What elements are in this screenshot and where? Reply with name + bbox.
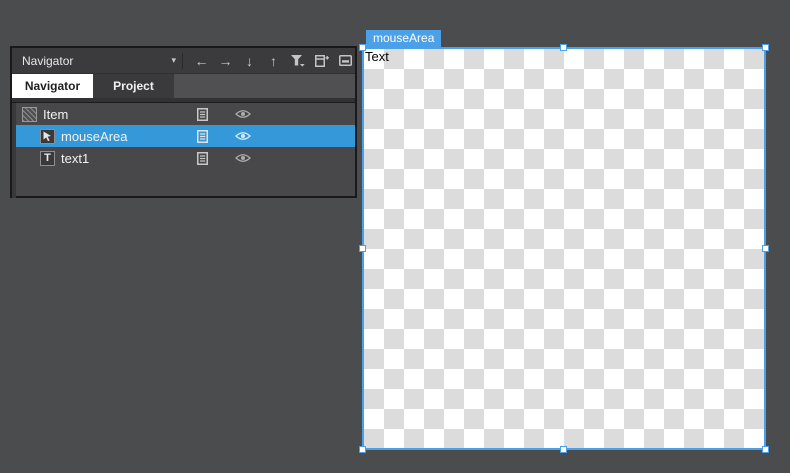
move-left-icon[interactable]: ←: [193, 52, 210, 70]
panel-mode-dropdown[interactable]: Navigator ▾: [22, 54, 182, 68]
export-toggle[interactable]: [194, 108, 210, 121]
add-column-icon[interactable]: [313, 52, 330, 70]
tab-bar-filler: [174, 74, 355, 98]
selection-label-tab[interactable]: mouseArea: [366, 30, 441, 47]
resize-handle-middle-left[interactable]: [359, 245, 366, 252]
navigator-tree: Item: [12, 103, 355, 169]
text-icon-letter: T: [44, 153, 51, 164]
tree-row-text1[interactable]: T text1: [16, 147, 355, 169]
navigator-toolbar: ← → ↓ ↑: [189, 52, 354, 70]
chevron-down-icon: ▾: [171, 55, 176, 66]
panel-title: Navigator: [22, 54, 171, 68]
resize-handle-top-right[interactable]: [762, 44, 769, 51]
text-type-icon: T: [40, 151, 55, 166]
item-type-icon: [22, 107, 37, 122]
tree-row-label: mouseArea: [61, 129, 127, 144]
resize-handle-middle-right[interactable]: [762, 245, 769, 252]
resize-handle-top-middle[interactable]: [560, 44, 567, 51]
tree-row-mousearea[interactable]: mouseArea: [16, 125, 355, 147]
visibility-eye-icon[interactable]: [234, 131, 252, 141]
selected-mousearea-canvas[interactable]: Text: [362, 47, 766, 450]
tab-project[interactable]: Project: [93, 74, 174, 98]
tab-navigator[interactable]: Navigator: [12, 74, 93, 98]
move-right-icon[interactable]: →: [217, 52, 234, 70]
resize-handle-bottom-middle[interactable]: [560, 446, 567, 453]
text-item[interactable]: Text: [365, 49, 389, 64]
export-toggle[interactable]: [194, 152, 210, 165]
navigator-tab-bar: Navigator Project: [12, 74, 355, 98]
tree-row-label: Item: [43, 107, 68, 122]
resize-handle-top-left[interactable]: [359, 44, 366, 51]
resize-handle-bottom-right[interactable]: [762, 446, 769, 453]
resize-handle-bottom-left[interactable]: [359, 446, 366, 453]
header-separator: [182, 53, 183, 69]
visibility-eye-icon[interactable]: [234, 109, 252, 119]
filter-icon[interactable]: [289, 52, 306, 70]
move-down-icon[interactable]: ↓: [241, 52, 258, 70]
visibility-eye-icon[interactable]: [234, 153, 252, 163]
navigator-panel-header: Navigator ▾ ← → ↓ ↑: [12, 48, 355, 74]
mouse-area-type-icon: [40, 129, 55, 144]
tree-row-label: text1: [61, 151, 89, 166]
export-toggle[interactable]: [194, 130, 210, 143]
collapse-panel-icon[interactable]: [337, 52, 354, 70]
tree-row-item[interactable]: Item: [16, 103, 355, 125]
navigator-panel: Navigator ▾ ← → ↓ ↑: [10, 46, 357, 198]
move-up-icon[interactable]: ↑: [265, 52, 282, 70]
